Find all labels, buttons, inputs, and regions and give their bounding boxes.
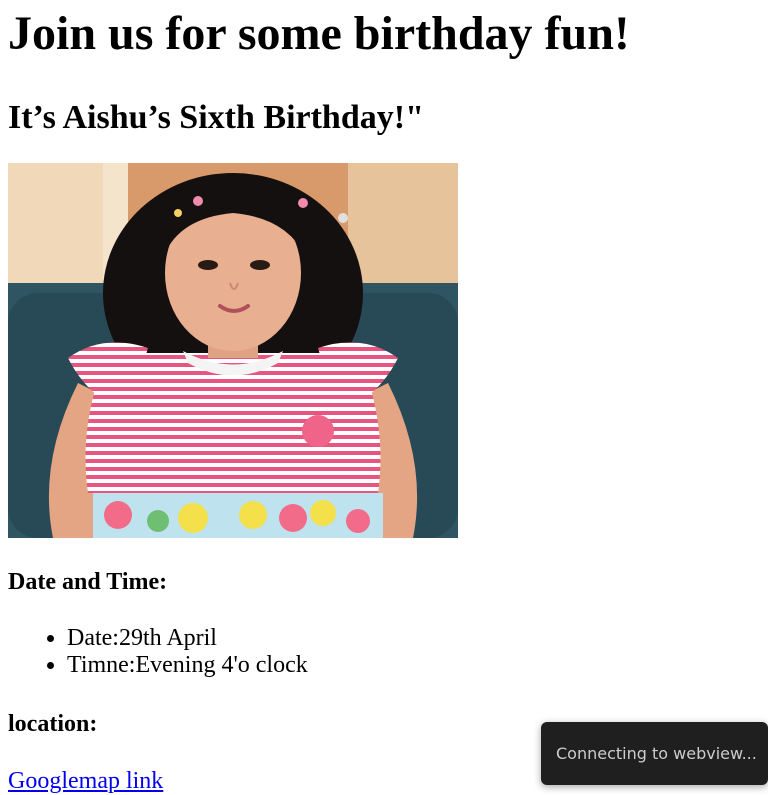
list-item-date: Date:29th April: [67, 625, 308, 652]
toast-message: Connecting to webview...: [556, 744, 757, 763]
page-content: Join us for some birthday fun! It’s Aish…: [8, 0, 758, 794]
page-title: Join us for some birthday fun!: [8, 7, 630, 60]
googlemap-link[interactable]: Googlemap link: [8, 767, 163, 795]
birthday-girl-photo: [8, 163, 458, 538]
page-subtitle: It’s Aishu’s Sixth Birthday!": [8, 99, 424, 136]
connecting-toast: Connecting to webview...: [541, 722, 768, 785]
date-time-heading: Date and Time:: [8, 569, 168, 595]
list-item-time: Timne:Evening 4'o clock: [67, 652, 308, 679]
event-details-list: Date:29th April Timne:Evening 4'o clock: [8, 625, 308, 679]
location-heading: location:: [8, 711, 98, 737]
